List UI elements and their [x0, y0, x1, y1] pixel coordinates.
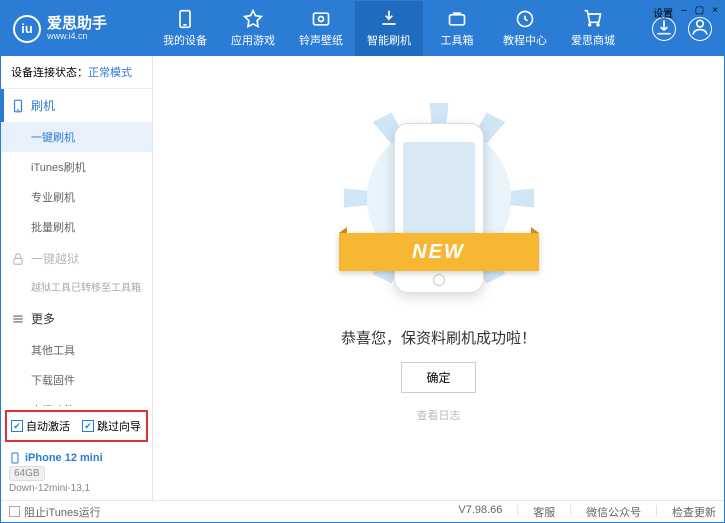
checkbox-skip-setup[interactable]: ✔ 跳过向导 [82, 418, 141, 434]
separator: | [655, 504, 658, 520]
section-more[interactable]: 更多 [1, 302, 152, 335]
wechat-link[interactable]: 微信公众号 [586, 504, 641, 520]
footer: 阻止iTunes运行 V7.98.66 | 客服 | 微信公众号 | 检查更新 [1, 500, 724, 522]
separator: | [569, 504, 572, 520]
nav-icon [515, 9, 535, 29]
user-button[interactable] [688, 17, 712, 41]
checkbox-icon [9, 506, 20, 517]
lock-icon [11, 252, 25, 266]
nav-icon [447, 9, 467, 29]
version-label: V7.98.66 [458, 504, 502, 520]
ok-button[interactable]: 确定 [401, 362, 475, 393]
nav-icon [175, 9, 195, 29]
sidebar: 设备连接状态：正常模式 刷机 一键刷机iTunes刷机专业刷机批量刷机 一键越狱… [1, 56, 153, 500]
footer-right: V7.98.66 | 客服 | 微信公众号 | 检查更新 [458, 504, 716, 520]
section-jailbreak-title: 一键越狱 [31, 250, 79, 267]
close-button[interactable]: × [712, 5, 718, 20]
flash-item-3[interactable]: 批量刷机 [1, 212, 152, 242]
phone-icon [9, 452, 21, 464]
section-jailbreak[interactable]: 一键越狱 [1, 242, 152, 275]
header: iu 爱思助手 www.i4.cn 我的设备 应用游戏 铃声壁纸 智能刷机 工具箱 教程中… [1, 1, 724, 56]
jailbreak-moved-note: 越狱工具已转移至工具箱 [1, 275, 152, 302]
view-log-link[interactable]: 查看日志 [417, 407, 461, 423]
top-nav: 我的设备 应用游戏 铃声壁纸 智能刷机 工具箱 教程中心 爱思商城 [151, 1, 652, 56]
device-name-text: iPhone 12 mini [25, 452, 103, 464]
nav-label: 应用游戏 [231, 32, 275, 48]
new-badge: NEW [339, 233, 539, 271]
section-flash-title: 刷机 [31, 97, 55, 114]
nav-label: 教程中心 [503, 32, 547, 48]
download-button[interactable] [652, 17, 676, 41]
separator: | [516, 504, 519, 520]
connection-status: 设备连接状态：正常模式 [1, 56, 152, 89]
device-firmware: Down-12mini-13,1 [9, 483, 144, 494]
section-flash[interactable]: 刷机 [1, 89, 152, 122]
flash-item-2[interactable]: 专业刷机 [1, 182, 152, 212]
menu-icon [11, 312, 25, 326]
nav-icon [583, 9, 603, 29]
window-controls: 设置 – ▢ × [653, 5, 718, 20]
app-url: www.i4.cn [47, 31, 107, 41]
checkbox-skip-setup-label: 跳过向导 [97, 418, 141, 434]
settings-text[interactable]: 设置 [653, 5, 673, 20]
header-right [652, 17, 724, 41]
more-item-1[interactable]: 下载固件 [1, 365, 152, 395]
success-illustration: NEW [364, 113, 514, 303]
nav-label: 工具箱 [441, 32, 474, 48]
nav-icon [243, 9, 263, 29]
device-info: iPhone 12 mini 64GB Down-12mini-13,1 [1, 446, 152, 500]
checkbox-block-itunes[interactable]: 阻止iTunes运行 [9, 504, 101, 520]
block-itunes-label: 阻止iTunes运行 [24, 504, 101, 520]
logo-area: iu 爱思助手 www.i4.cn [1, 15, 151, 43]
success-message: 恭喜您，保资料刷机成功啦！ [341, 327, 536, 348]
flash-item-1[interactable]: iTunes刷机 [1, 152, 152, 182]
more-item-2[interactable]: 高级功能 [1, 395, 152, 406]
nav-icon [311, 9, 331, 29]
section-more-title: 更多 [31, 310, 55, 327]
more-item-0[interactable]: 其他工具 [1, 335, 152, 365]
check-icon: ✔ [11, 420, 23, 432]
nav-icon [379, 9, 399, 29]
nav-label: 我的设备 [163, 32, 207, 48]
maximize-button[interactable]: ▢ [695, 5, 704, 20]
device-name[interactable]: iPhone 12 mini [9, 452, 144, 464]
minimize-button[interactable]: – [681, 5, 687, 20]
logo-icon: iu [13, 15, 41, 43]
nav-item-4[interactable]: 工具箱 [423, 1, 491, 56]
flash-item-0[interactable]: 一键刷机 [1, 122, 152, 152]
device-storage: 64GB [9, 466, 45, 481]
nav-label: 铃声壁纸 [299, 32, 343, 48]
checkbox-auto-activate[interactable]: ✔ 自动激活 [11, 418, 70, 434]
nav-item-6[interactable]: 爱思商城 [559, 1, 627, 56]
nav-item-1[interactable]: 应用游戏 [219, 1, 287, 56]
update-link[interactable]: 检查更新 [672, 504, 716, 520]
status-label: 设备连接状态： [11, 67, 88, 79]
content: 设备连接状态：正常模式 刷机 一键刷机iTunes刷机专业刷机批量刷机 一键越狱… [1, 56, 724, 500]
main-panel: NEW 恭喜您，保资料刷机成功啦！ 确定 查看日志 [153, 56, 724, 500]
app-name: 爱思助手 [47, 16, 107, 31]
nav-item-5[interactable]: 教程中心 [491, 1, 559, 56]
check-icon: ✔ [82, 420, 94, 432]
checkbox-auto-activate-label: 自动激活 [26, 418, 70, 434]
nav-label: 爱思商城 [571, 32, 615, 48]
support-link[interactable]: 客服 [533, 504, 555, 520]
phone-icon [11, 99, 25, 113]
nav-item-2[interactable]: 铃声壁纸 [287, 1, 355, 56]
status-value: 正常模式 [88, 67, 132, 79]
nav-item-3[interactable]: 智能刷机 [355, 1, 423, 56]
nav-item-0[interactable]: 我的设备 [151, 1, 219, 56]
options-row: ✔ 自动激活 ✔ 跳过向导 [5, 410, 148, 442]
nav-label: 智能刷机 [367, 32, 411, 48]
